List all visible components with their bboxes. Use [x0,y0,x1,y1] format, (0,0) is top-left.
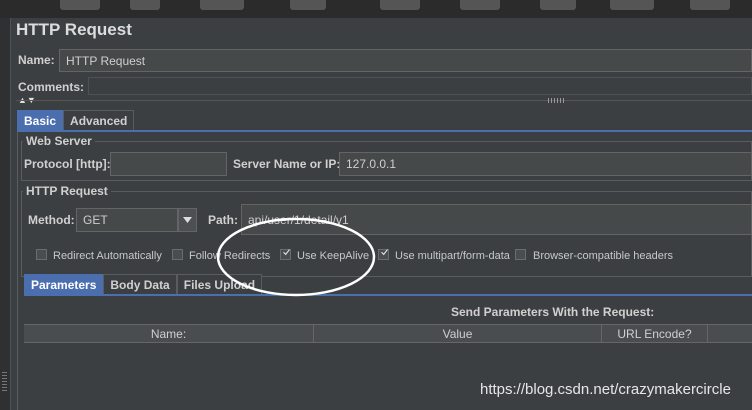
web-server-legend: Web Server [23,134,95,148]
send-parameters-title: Send Parameters With the Request: [451,305,655,319]
parameters-table-header: Name: Value URL Encode? [24,324,752,343]
browser-compatible-label: Browser-compatible headers [533,250,674,262]
column-header-value[interactable]: Value [314,325,602,342]
follow-redirects-checkbox[interactable] [172,249,183,260]
name-label: Name: [18,53,55,67]
method-select[interactable]: GET [76,208,178,232]
config-tabs: Basic Advanced [17,110,135,130]
browser-compatible-checkbox[interactable] [515,249,526,260]
method-dropdown-button[interactable] [178,208,197,232]
chevron-down-icon [183,217,192,223]
param-tab-underline [24,294,752,296]
tab-basic[interactable]: Basic [17,110,64,130]
tree-splitter[interactable] [0,18,11,410]
splitter-grip-icon[interactable] [2,372,7,392]
protocol-input[interactable] [110,152,227,176]
comments-input[interactable] [88,77,752,95]
comments-label: Comments: [18,80,85,94]
checkmark-icon [381,249,388,256]
top-toolbar-strip [0,0,752,18]
highlight-ellipse [216,217,376,297]
method-label: Method: [28,213,75,227]
column-header-url-encode[interactable]: URL Encode? [602,325,708,342]
redirect-automatically-checkbox[interactable] [36,249,47,260]
watermark-text: https://blog.csdn.net/crazymakercircle [480,381,731,398]
server-name-label: Server Name or IP: [233,157,341,171]
resize-handle-icon[interactable] [548,98,566,103]
tab-body-data[interactable]: Body Data [103,274,177,294]
divider [16,100,752,101]
http-request-legend: HTTP Request [23,184,111,198]
use-multipart-label: Use multipart/form-data [395,250,510,262]
redirect-automatically-label: Redirect Automatically [53,250,162,262]
tab-advanced[interactable]: Advanced [63,110,135,130]
tab-parameters[interactable]: Parameters [24,274,104,294]
name-input[interactable]: HTTP Request [59,49,752,72]
page-title: HTTP Request [16,20,132,39]
server-name-input[interactable]: 127.0.0.1 [339,152,752,176]
protocol-label: Protocol [http]: [24,157,111,171]
column-header-name[interactable]: Name: [24,325,314,342]
